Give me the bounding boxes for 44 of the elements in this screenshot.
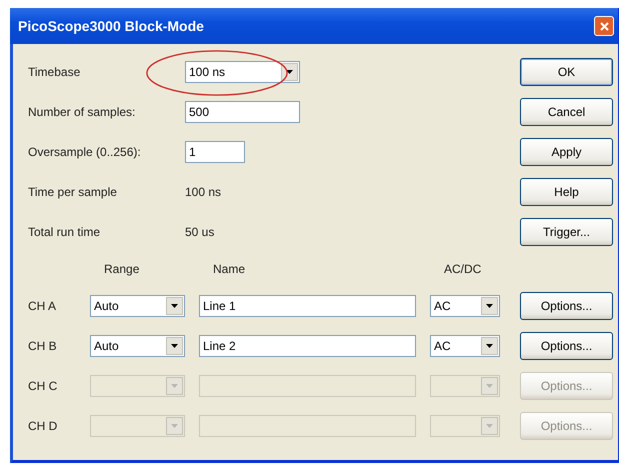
dialog-button[interactable]: Apply [520, 138, 613, 166]
dropdown[interactable] [90, 415, 185, 437]
readout-label: Total run time [28, 225, 102, 239]
options-button[interactable]: Options... [520, 292, 613, 320]
dropdown[interactable] [430, 415, 500, 437]
field-label: Number of samples: [28, 105, 136, 119]
input-field[interactable]: 500 [185, 101, 300, 123]
field-label: Timebase [28, 65, 82, 79]
channel-label: CH B [28, 339, 58, 353]
close-icon [600, 22, 608, 30]
column-header: Name [212, 262, 246, 276]
field-label: Oversample (0..256): [28, 145, 142, 159]
close-button[interactable] [594, 16, 614, 36]
dropdown-value: Auto [94, 339, 119, 353]
column-header: Range [103, 262, 140, 276]
dropdown[interactable]: 100 ns [185, 61, 300, 83]
dialog-button[interactable]: Cancel [520, 98, 613, 126]
dropdown[interactable] [430, 375, 500, 397]
input-field[interactable]: Line 2 [199, 335, 416, 357]
dropdown[interactable]: AC [430, 295, 500, 317]
dropdown[interactable]: Auto [90, 295, 185, 317]
column-header: AC/DC [443, 262, 482, 276]
readout-label: Time per sample [28, 185, 118, 199]
input-field[interactable] [199, 375, 416, 397]
input-field[interactable]: Line 1 [199, 295, 416, 317]
readout-value: 50 us [185, 225, 214, 239]
channel-label: CH C [28, 379, 58, 393]
dropdown[interactable]: AC [430, 335, 500, 357]
window-title: PicoScope3000 Block-Mode [18, 18, 204, 34]
channel-label: CH D [28, 419, 58, 433]
channel-label: CH A [28, 299, 58, 313]
dropdown[interactable]: Auto [90, 335, 185, 357]
dropdown-value: AC [434, 299, 451, 313]
readout-value: 100 ns [185, 185, 222, 199]
dropdown-value: AC [434, 339, 451, 353]
options-button[interactable]: Options... [520, 332, 613, 360]
dialog-button[interactable]: Help [520, 178, 613, 206]
input-field[interactable] [199, 415, 416, 437]
input-field[interactable]: 1 [185, 141, 245, 163]
dialog-button[interactable]: OK [520, 58, 613, 86]
dropdown-value: Auto [94, 299, 119, 313]
dropdown[interactable] [90, 375, 185, 397]
dropdown-value: 100 ns [189, 65, 226, 79]
dialog-button[interactable]: Trigger... [520, 218, 613, 246]
